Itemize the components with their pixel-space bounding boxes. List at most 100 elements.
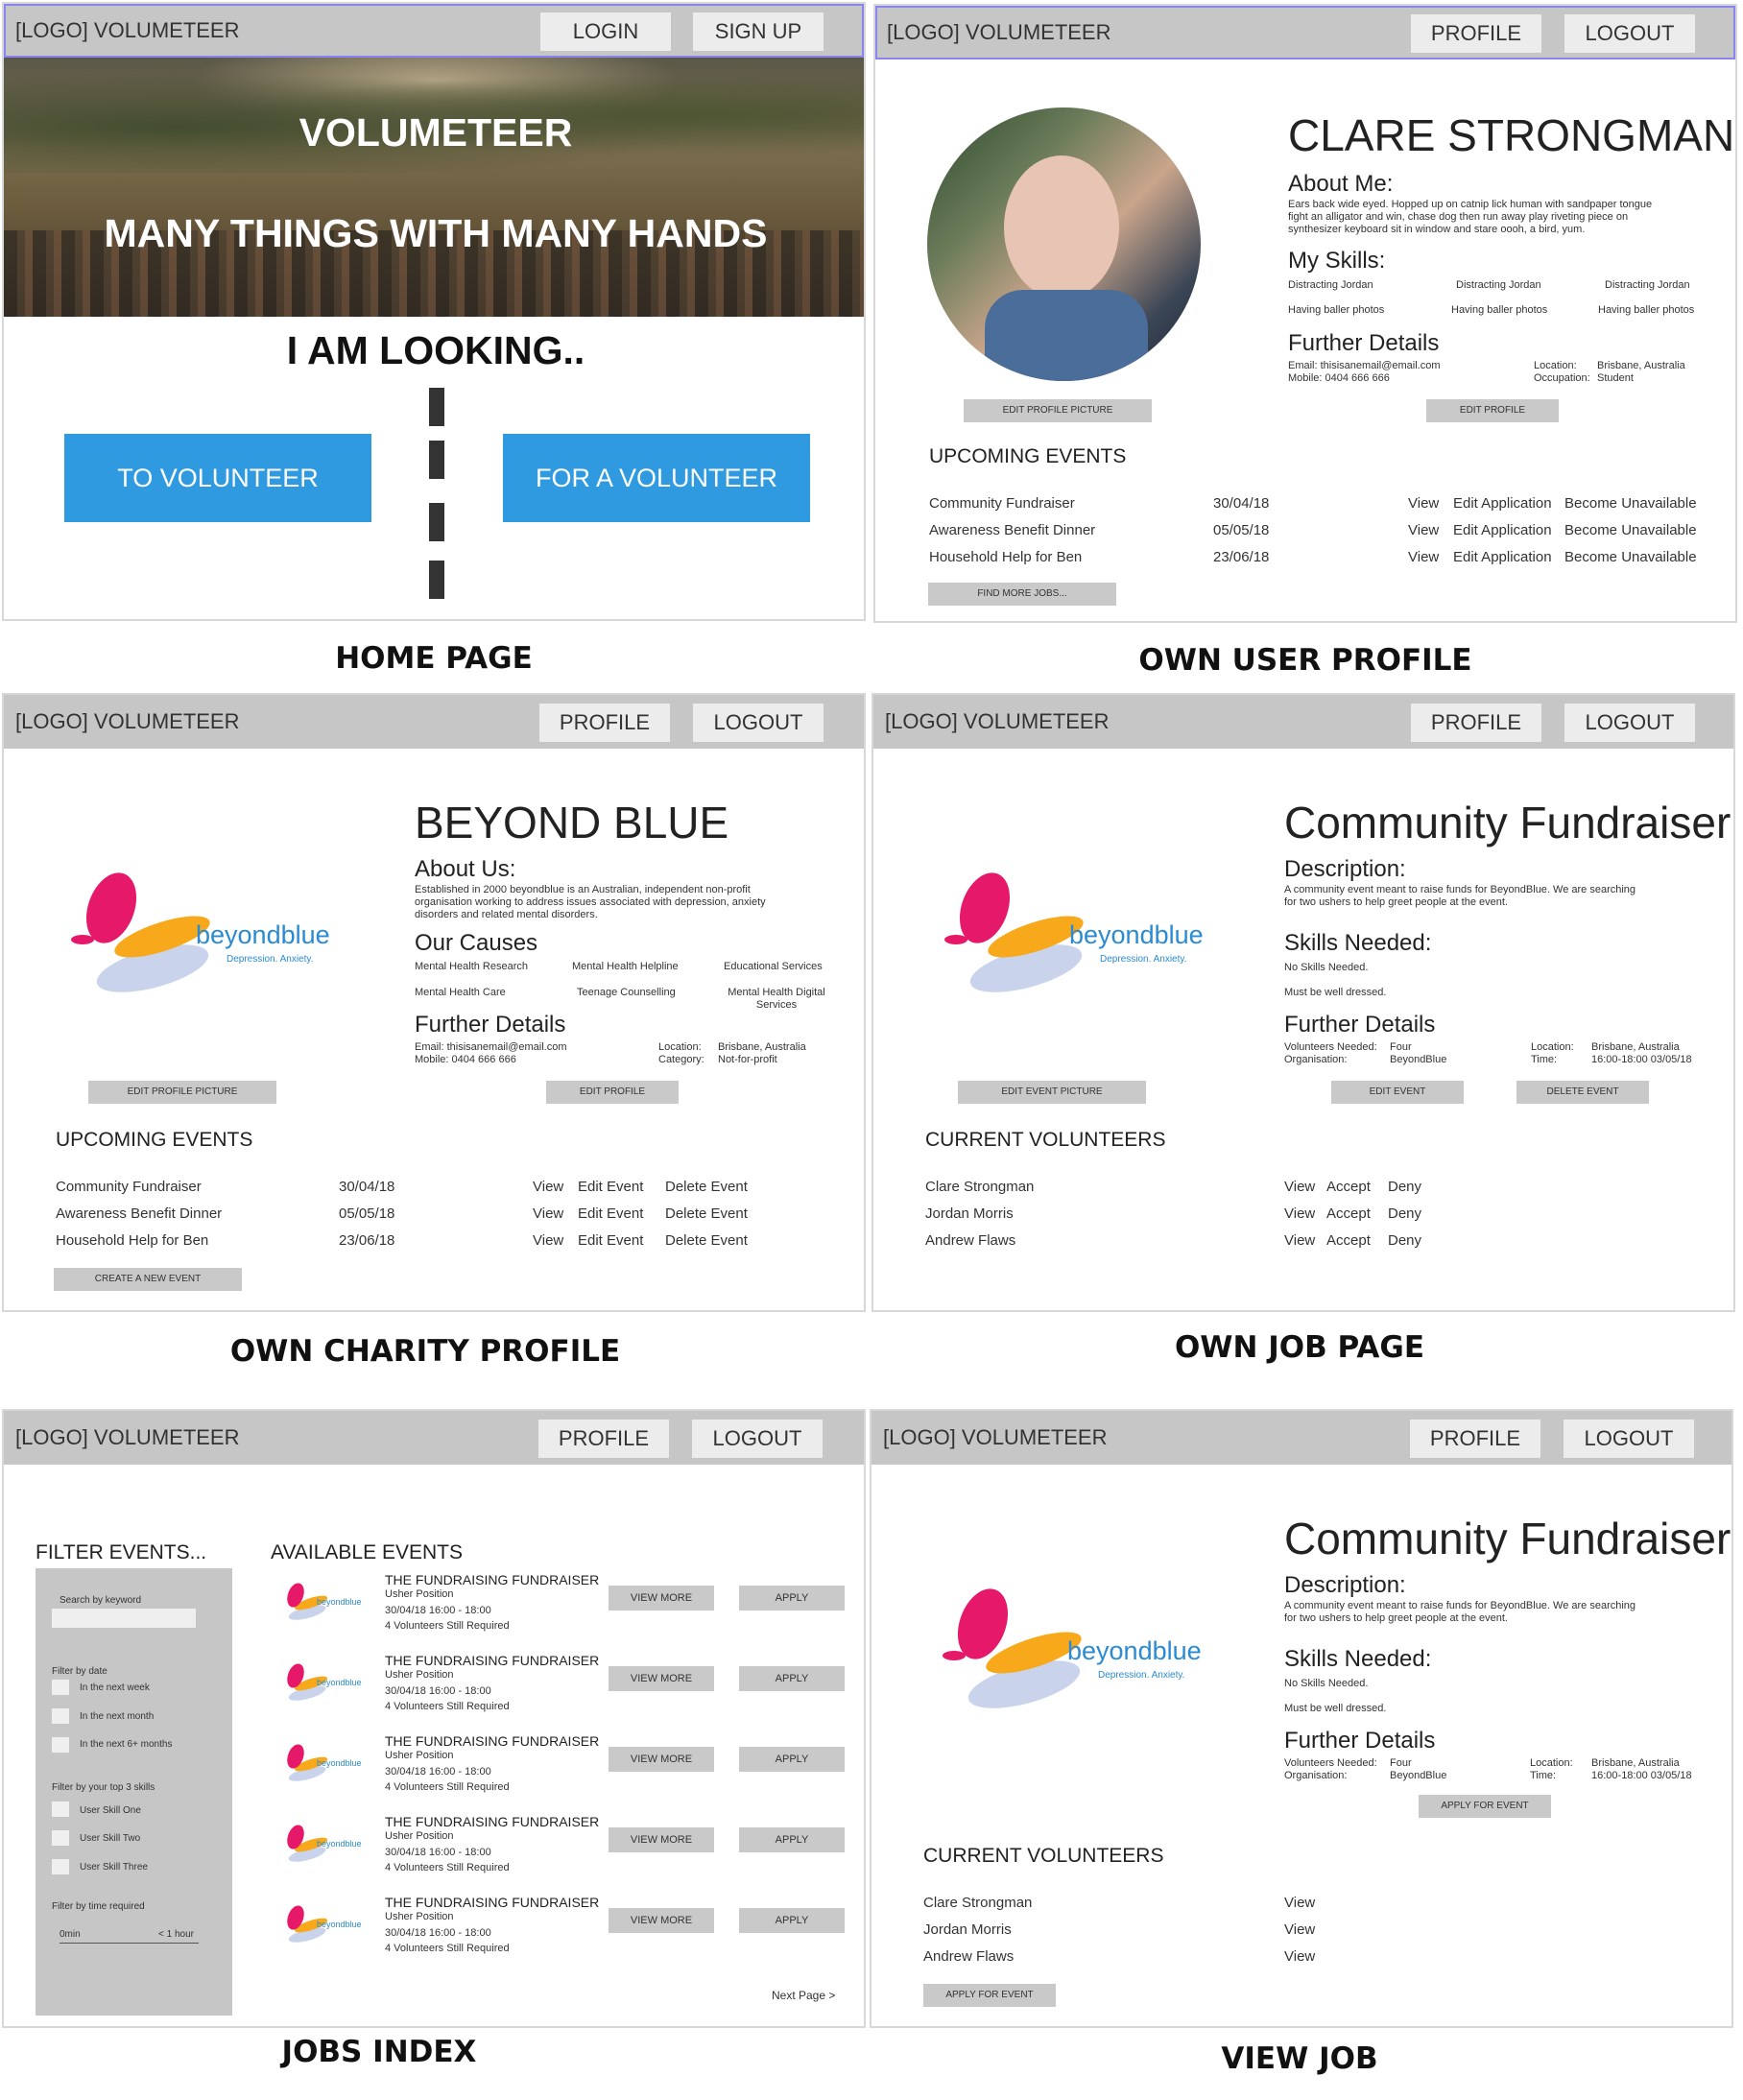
time-value: 16:00-18:00 03/05/18: [1591, 1770, 1692, 1781]
brand-logo[interactable]: [LOGO] VOLUMETEER: [15, 18, 240, 43]
view-link[interactable]: View: [1284, 1205, 1315, 1222]
view-link[interactable]: View: [533, 1232, 563, 1249]
location-value: Brisbane, Australia: [1591, 1041, 1680, 1053]
brand-logo[interactable]: [LOGO] VOLUMETEER: [15, 709, 240, 734]
create-event-button[interactable]: CREATE A NEW EVENT: [54, 1268, 242, 1291]
nav-bar: [LOGO] VOLUMETEER PROFILE LOGOUT: [875, 6, 1735, 60]
skill-item: No Skills Needed.: [1284, 962, 1369, 973]
skill-item: No Skills Needed.: [1284, 1678, 1369, 1689]
deny-link[interactable]: Deny: [1388, 1232, 1421, 1249]
brand-logo[interactable]: [LOGO] VOLUMETEER: [15, 1425, 240, 1450]
edit-event-link[interactable]: Edit Event: [578, 1205, 643, 1222]
logo-wordmark: beyondblue: [1069, 920, 1204, 949]
profile-button[interactable]: PROFILE: [1411, 14, 1541, 53]
view-link[interactable]: View: [1284, 1179, 1315, 1195]
apply-button[interactable]: APPLY: [739, 1666, 845, 1691]
delete-event-link[interactable]: Delete Event: [665, 1232, 748, 1249]
apply-for-event-button[interactable]: APPLY FOR EVENT: [1419, 1795, 1551, 1818]
delete-event-button[interactable]: DELETE EVENT: [1516, 1081, 1649, 1104]
edit-application-link[interactable]: Edit Application: [1453, 495, 1552, 512]
edit-profile-button[interactable]: EDIT PROFILE: [546, 1081, 679, 1104]
profile-button[interactable]: PROFILE: [1411, 704, 1541, 742]
become-unavailable-link[interactable]: Become Unavailable: [1564, 549, 1697, 565]
job-card-time: 30/04/18 16:00 - 18:00: [385, 1685, 491, 1697]
location-label: Location:: [1530, 1757, 1573, 1769]
accept-link[interactable]: Accept: [1326, 1205, 1371, 1222]
become-unavailable-link[interactable]: Become Unavailable: [1564, 495, 1697, 512]
checkbox[interactable]: [52, 1802, 69, 1817]
edit-event-link[interactable]: Edit Event: [578, 1232, 643, 1249]
apply-for-event-button[interactable]: APPLY FOR EVENT: [923, 1984, 1056, 2007]
brand-logo[interactable]: [LOGO] VOLUMETEER: [885, 709, 1110, 734]
view-more-button[interactable]: VIEW MORE: [609, 1747, 714, 1772]
own-job-panel: [LOGO] VOLUMETEER PROFILE LOGOUT beyondb…: [872, 693, 1735, 1312]
delete-event-link[interactable]: Delete Event: [665, 1205, 748, 1222]
view-link[interactable]: View: [1408, 522, 1439, 538]
become-unavailable-link[interactable]: Become Unavailable: [1564, 522, 1697, 538]
view-link[interactable]: View: [533, 1205, 563, 1222]
logout-button[interactable]: LOGOUT: [1564, 1420, 1694, 1458]
edit-profile-picture-button[interactable]: EDIT PROFILE PICTURE: [964, 399, 1152, 422]
time-filter-label: Filter by time required: [52, 1901, 145, 1912]
view-link[interactable]: View: [533, 1179, 563, 1195]
job-card-position: Usher Position: [385, 1750, 454, 1761]
edit-application-link[interactable]: Edit Application: [1453, 549, 1552, 565]
nav-bar: [LOGO] VOLUMETEER PROFILE LOGOUT: [872, 1411, 1731, 1465]
edit-application-link[interactable]: Edit Application: [1453, 522, 1552, 538]
checkbox[interactable]: [52, 1830, 69, 1846]
logout-button[interactable]: LOGOUT: [692, 1420, 823, 1458]
logout-button[interactable]: LOGOUT: [1564, 704, 1695, 742]
search-input[interactable]: [52, 1609, 196, 1628]
edit-profile-picture-button[interactable]: EDIT PROFILE PICTURE: [88, 1081, 276, 1104]
event-row: Awareness Benefit Dinner 05/05/18 View E…: [929, 522, 1735, 543]
view-link[interactable]: View: [1284, 1232, 1315, 1249]
apply-button[interactable]: APPLY: [739, 1747, 845, 1772]
login-button[interactable]: LOGIN: [540, 12, 671, 51]
profile-button[interactable]: PROFILE: [538, 1420, 669, 1458]
view-more-button[interactable]: VIEW MORE: [609, 1827, 714, 1852]
brand-logo[interactable]: [LOGO] VOLUMETEER: [883, 1425, 1108, 1450]
for-volunteer-button[interactable]: FOR A VOLUNTEER: [503, 434, 810, 522]
signup-button[interactable]: SIGN UP: [693, 12, 824, 51]
view-link[interactable]: View: [1284, 1895, 1315, 1911]
skill-item: Distracting Jordan: [1288, 279, 1373, 291]
accept-link[interactable]: Accept: [1326, 1232, 1371, 1249]
checkbox[interactable]: [52, 1708, 69, 1724]
view-more-button[interactable]: VIEW MORE: [609, 1586, 714, 1611]
view-more-button[interactable]: VIEW MORE: [609, 1666, 714, 1691]
checkbox[interactable]: [52, 1737, 69, 1753]
next-page-link[interactable]: Next Page >: [772, 1990, 835, 2002]
logo-wordmark: beyondblue: [196, 920, 330, 949]
checkbox[interactable]: [52, 1680, 69, 1695]
apply-button[interactable]: APPLY: [739, 1586, 845, 1611]
view-link[interactable]: View: [1408, 495, 1439, 512]
deny-link[interactable]: Deny: [1388, 1205, 1421, 1222]
view-link[interactable]: View: [1408, 549, 1439, 565]
delete-event-link[interactable]: Delete Event: [665, 1179, 748, 1195]
job-card-needed: 4 Volunteers Still Required: [385, 1781, 510, 1793]
edit-profile-button[interactable]: EDIT PROFILE: [1426, 399, 1559, 422]
event-name: Household Help for Ben: [929, 549, 1083, 565]
brand-logo[interactable]: [LOGO] VOLUMETEER: [887, 20, 1111, 45]
edit-event-link[interactable]: Edit Event: [578, 1179, 643, 1195]
profile-button[interactable]: PROFILE: [539, 704, 670, 742]
edit-event-picture-button[interactable]: EDIT EVENT PICTURE: [958, 1081, 1146, 1104]
apply-button[interactable]: APPLY: [739, 1908, 845, 1933]
view-link[interactable]: View: [1284, 1948, 1315, 1965]
checkbox[interactable]: [52, 1859, 69, 1874]
volunteer-row: Andrew Flaws View: [923, 1948, 1731, 1969]
search-label: Search by keyword: [60, 1595, 142, 1606]
logout-button[interactable]: LOGOUT: [1564, 14, 1695, 53]
accept-link[interactable]: Accept: [1326, 1179, 1371, 1195]
job-title: Community Fundraiser: [1284, 1514, 1731, 1563]
time-slider[interactable]: [60, 1943, 199, 1944]
profile-button[interactable]: PROFILE: [1410, 1420, 1540, 1458]
view-more-button[interactable]: VIEW MORE: [609, 1908, 714, 1933]
deny-link[interactable]: Deny: [1388, 1179, 1421, 1195]
edit-event-button[interactable]: EDIT EVENT: [1331, 1081, 1464, 1104]
to-volunteer-button[interactable]: TO VOLUNTEER: [64, 434, 371, 522]
logout-button[interactable]: LOGOUT: [693, 704, 824, 742]
apply-button[interactable]: APPLY: [739, 1827, 845, 1852]
view-link[interactable]: View: [1284, 1921, 1315, 1938]
find-more-jobs-button[interactable]: FIND MORE JOBS...: [928, 583, 1116, 606]
